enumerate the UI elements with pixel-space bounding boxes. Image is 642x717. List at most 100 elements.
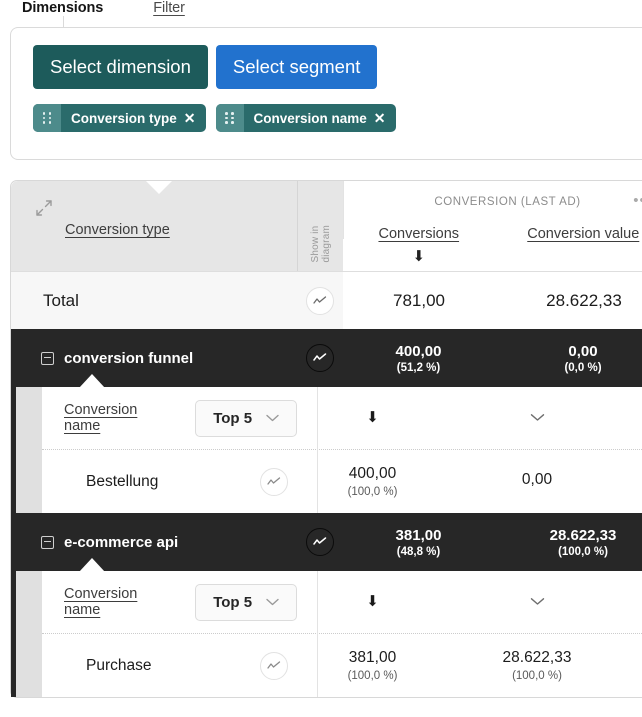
sparkline-icon[interactable] [306,286,334,315]
sparkline-icon[interactable] [306,528,334,556]
sub-sort-conversions[interactable]: ⬇ [297,593,448,611]
sparkline-icon[interactable] [260,467,288,496]
top-n-value: Top 5 [213,409,253,427]
table-row-total: Total 781,00 28.622,33 [11,181,642,330]
sub-conversions-cell: 400,00 (100,0 %) [297,465,448,498]
total-conversion-value-cell: 28.622,33 [495,291,642,311]
sort-descending-icon[interactable]: ⬇ [366,409,379,426]
sub-conversion-value-cell: 28.622,33 (100,0 %) [448,649,626,682]
metric-percent: (100,0 %) [347,670,398,682]
select-segment-button[interactable]: Select segment [215,45,378,89]
metric-percent: (0,0 %) [564,361,602,374]
metric-value: 28.622,33 [546,290,622,310]
tab-bar: Dimensions Filter [0,0,642,27]
collapse-icon[interactable] [41,535,54,549]
subtable-body: Conversion name Top 5 ⬇ [42,387,642,513]
sort-descending-icon[interactable]: ⬇ [366,593,379,610]
chip-label: Conversion name [253,110,367,126]
row-label: Bestellung [86,472,159,490]
chip-conversion-type[interactable]: Conversion type ✕ [33,104,206,132]
metric-group-title: CONVERSION (LAST AD) [434,196,581,208]
chip-conversion-name[interactable]: Conversion name ✕ [215,104,396,132]
sub-spark-cell [251,467,297,496]
group-label-cell: e-commerce api [11,513,297,571]
chevron-down-icon [266,412,279,424]
metric-value: 0,00 [568,342,598,360]
group-spark-cell [297,513,343,571]
table-header: Conversion type Show in diagram CONVERSI… [11,181,642,271]
collapse-icon[interactable] [41,351,54,365]
row-label: Total [43,290,79,310]
table-header-left: Conversion type Show in diagram [11,181,343,271]
show-in-diagram-text: Show in diagram [309,225,332,263]
subdimension-header[interactable]: Conversion name [42,402,177,434]
top-n-value: Top 5 [213,593,253,611]
sparkline-icon[interactable] [260,651,288,680]
metric-value: 400,00 [348,465,397,482]
group-conversion-value-cell: 0,00 (0,0 %) [494,343,642,374]
subtable-body: Conversion name Top 5 ⬇ [42,571,642,697]
table-row: Purchase 381,00 (100,0 %) 28.622,33 (100… [42,634,642,697]
chevron-down-icon[interactable] [530,409,545,426]
column-divider [317,387,318,513]
metric-header-label[interactable]: Conversions [378,226,459,242]
sub-sort-conversions[interactable]: ⬇ [297,409,448,427]
tab-dimensions[interactable]: Dimensions [22,0,103,17]
subdimension-cell: Conversion name Top 5 [42,583,297,621]
metric-percent: (51,2 %) [396,361,441,374]
sparkline-icon[interactable] [306,344,334,372]
sub-conversion-value-cell: 0,00 [448,471,626,492]
sort-descending-icon[interactable]: ⬇ [343,249,495,264]
group-row-conversion-funnel[interactable]: conversion funnel 400,00 (51,2 %) 0,00 (… [11,329,642,388]
drag-handle-icon[interactable] [215,104,244,132]
subdimension-header[interactable]: Conversion name [42,586,177,618]
group-spark-cell [297,329,343,387]
close-icon[interactable]: ✕ [374,111,396,125]
chip-label: Conversion type [71,110,177,126]
expand-diagonal-icon[interactable] [35,199,53,217]
tab-filter[interactable]: Filter [153,0,185,17]
metric-header-label[interactable]: Conversion value [527,226,639,242]
sub-label-cell: Bestellung [42,473,251,491]
row-label: Purchase [86,656,152,674]
metric-percent: (100,0 %) [558,545,608,558]
metric-value: 28.622,33 [502,649,572,666]
select-dimension-button[interactable]: Select dimension [33,45,208,89]
sub-label-cell: Purchase [42,657,251,675]
group-conversions-cell: 400,00 (51,2 %) [343,343,494,374]
table-row: Bestellung 400,00 (100,0 %) 0,00 [42,450,642,513]
chevron-down-icon[interactable] [530,593,545,610]
table-header-right: CONVERSION (LAST AD) ••• Conversions ⬇ C… [343,181,642,271]
metric-value: 400,00 [395,342,442,360]
show-in-diagram-label: Show in diagram [297,181,343,271]
sub-conversions-cell: 381,00 (100,0 %) [297,649,448,682]
group-conversion-value-cell: 28.622,33 (100,0 %) [494,527,642,558]
metric-percent: (100,0 %) [347,486,398,498]
top-n-dropdown[interactable]: Top 5 [195,399,297,437]
sub-sort-conversion-value[interactable] [448,593,626,611]
sub-sort-conversion-value[interactable] [448,409,626,427]
conversion-table: Conversion type Show in diagram CONVERSI… [10,180,642,698]
overflow-menu-icon[interactable]: ••• [633,193,642,208]
header-notch [146,181,172,194]
close-icon[interactable]: ✕ [184,111,206,125]
metric-percent: (48,8 %) [396,545,441,558]
metric-percent: (100,0 %) [512,670,562,682]
dimension-column-header[interactable]: Conversion type [65,222,170,238]
metric-header-conversion-value: Conversion value [495,225,642,262]
subtable-sort-row: ⬇ [297,409,642,427]
metric-value: 781,00 [393,290,445,310]
subtable-header: Conversion name Top 5 ⬇ [42,571,642,634]
metric-header-conversions: Conversions ⬇ [343,225,495,264]
group-name: e-commerce api [64,533,179,551]
metric-headers: Conversions ⬇ Conversion value [343,225,642,264]
dimension-chip-row: Conversion type ✕ Conversion name ✕ [33,104,642,132]
drag-handle-icon[interactable] [33,104,61,132]
subtable-sort-row: ⬇ [297,593,642,611]
sub-spark-cell [251,651,297,680]
chevron-down-icon [266,596,279,608]
group-name: conversion funnel [64,349,194,367]
top-n-dropdown[interactable]: Top 5 [195,583,297,621]
dimensions-panel-wrap: Select dimension Select segment Conversi… [0,16,642,160]
group-row-e-commerce-api[interactable]: e-commerce api 381,00 (48,8 %) 28.622,33… [11,513,642,572]
